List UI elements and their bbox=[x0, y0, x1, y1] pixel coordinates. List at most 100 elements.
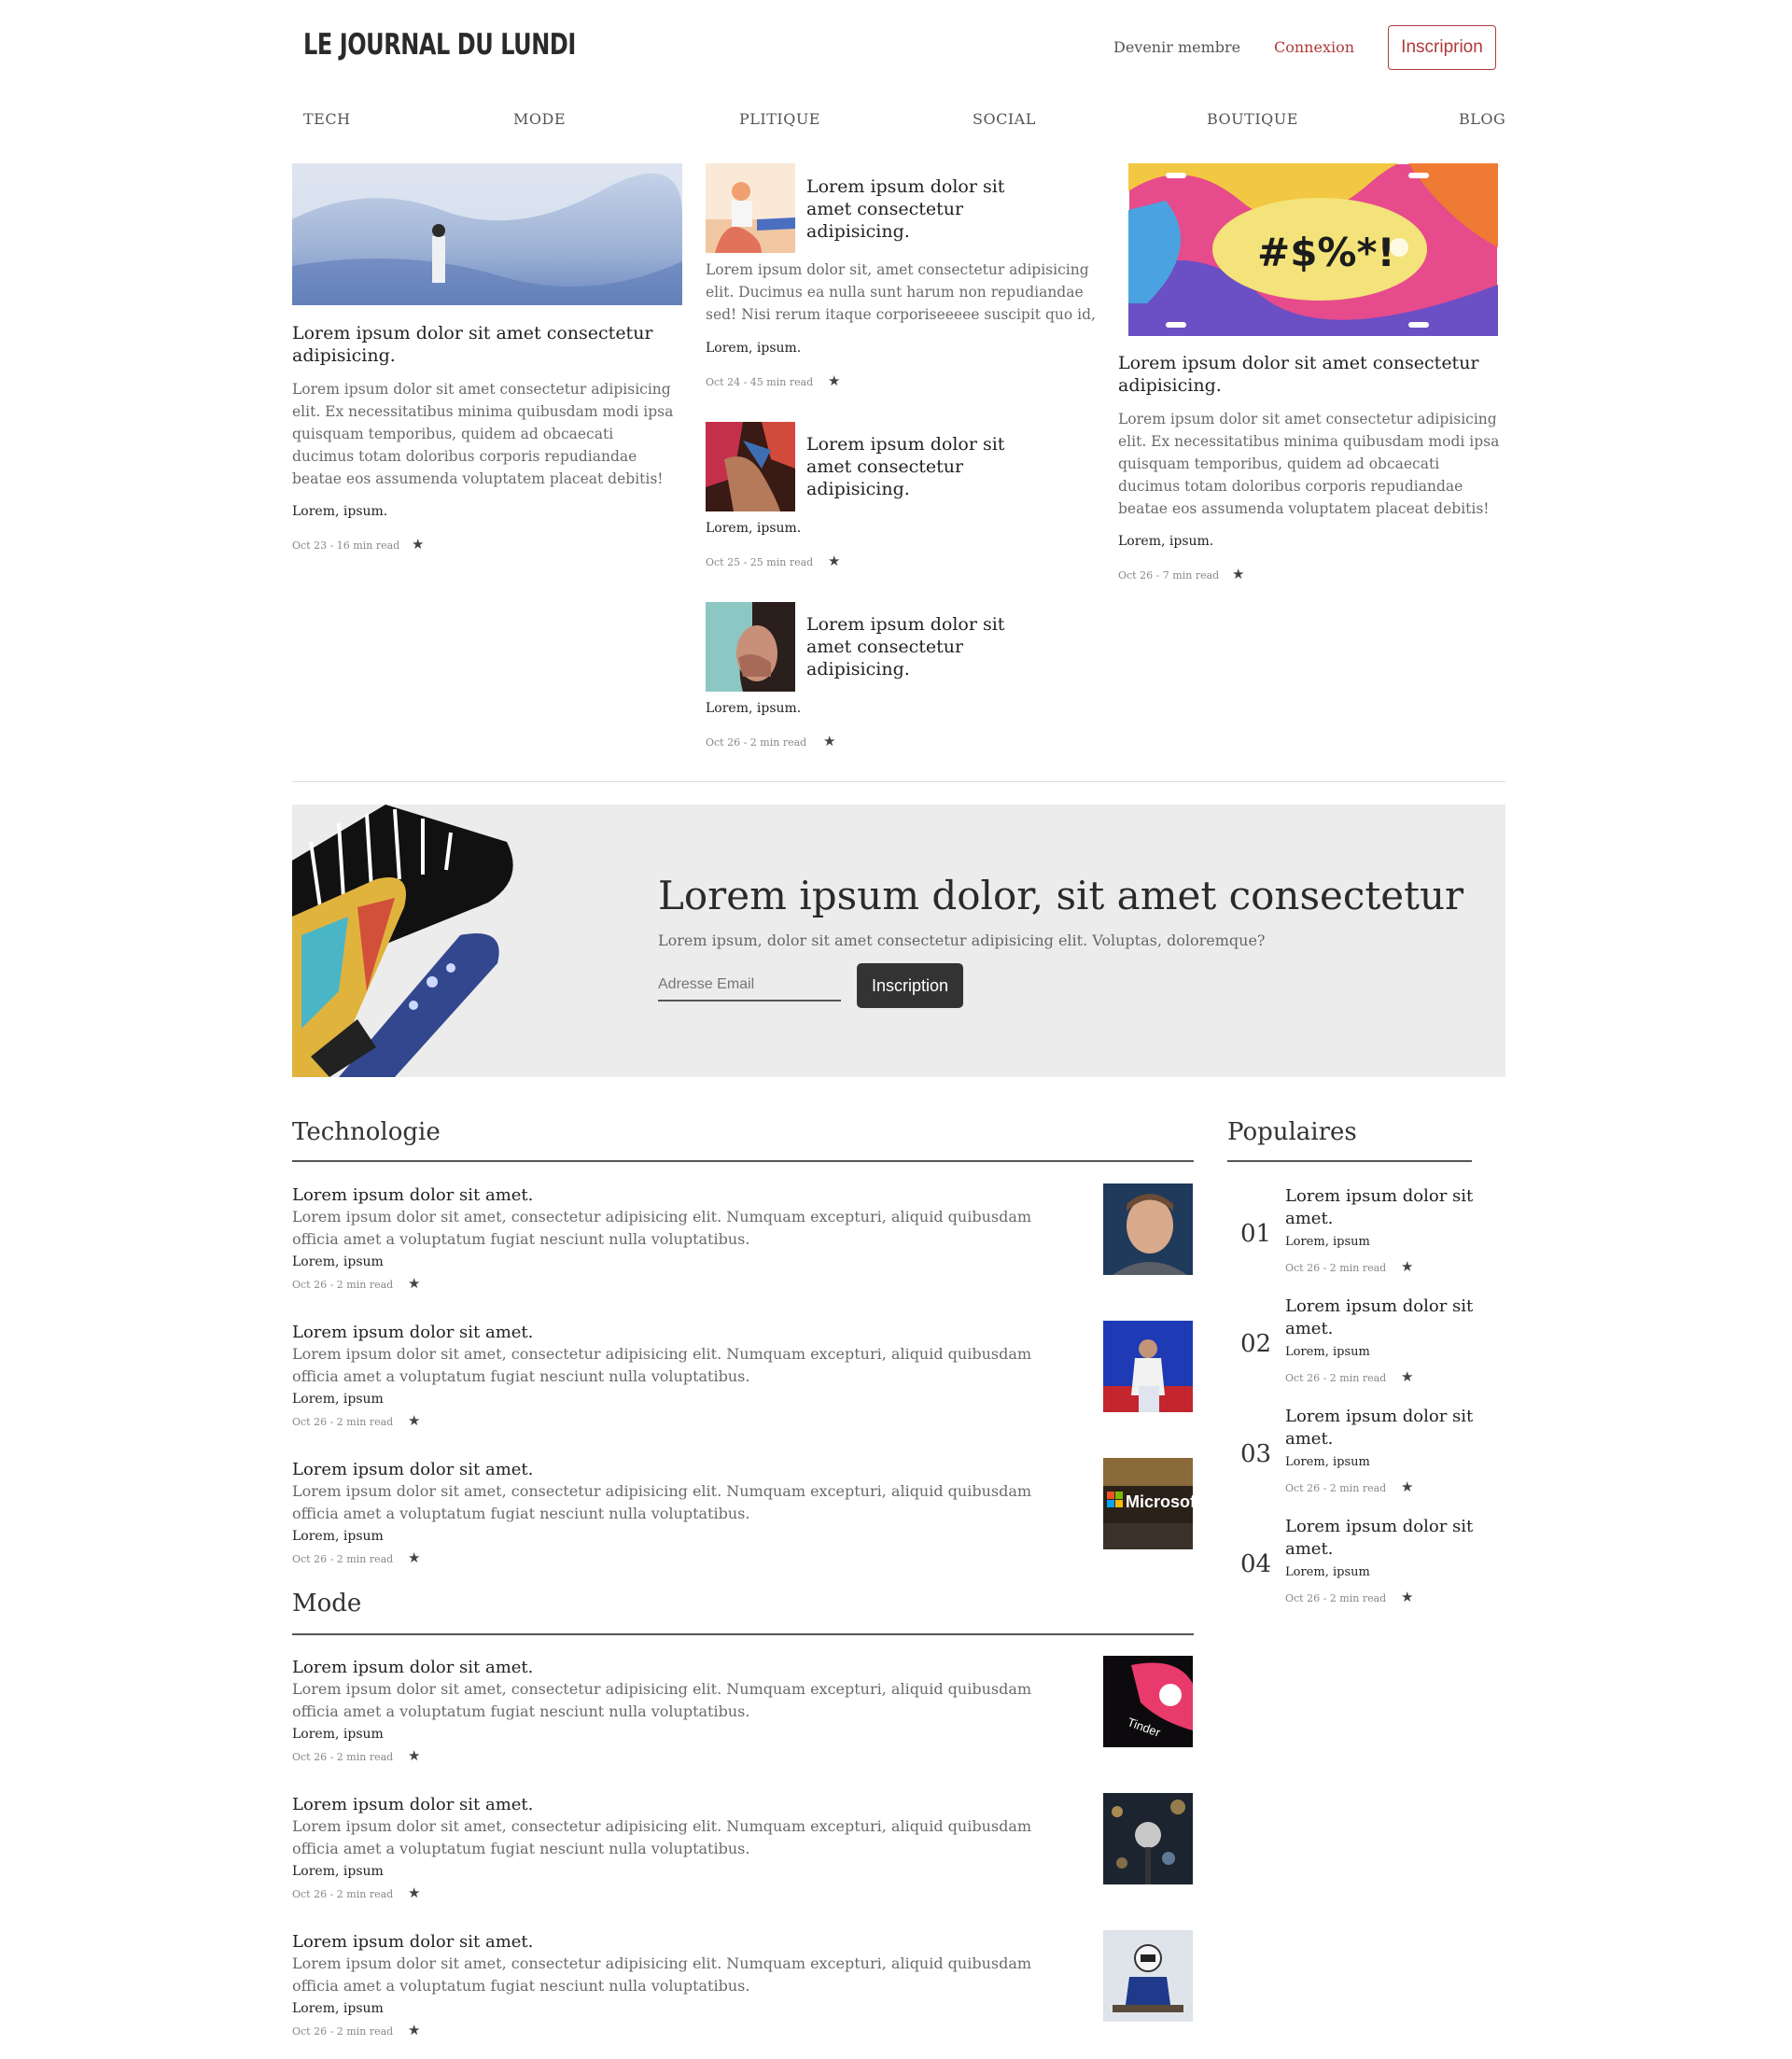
star-icon[interactable]: ★ bbox=[1401, 1368, 1413, 1385]
nav-item-boutique[interactable]: BOUTIQUE bbox=[1207, 110, 1298, 128]
hero-mid-3-title[interactable]: Lorem ipsum dolor sit amet consectetur a… bbox=[806, 613, 1049, 680]
article-text: Lorem ipsum dolor sit amet, consectetur … bbox=[292, 1954, 1032, 1995]
article-meta: Oct 26 - 2 min read bbox=[292, 2025, 394, 2038]
nav-item-politique[interactable]: PLITIQUE bbox=[739, 110, 820, 128]
star-icon[interactable]: ★ bbox=[408, 1549, 420, 1566]
hero-mid-2-image[interactable] bbox=[706, 422, 795, 511]
nav-item-social[interactable]: SOCIAL bbox=[973, 110, 1036, 128]
star-icon[interactable]: ★ bbox=[408, 1884, 420, 1901]
star-icon[interactable]: ★ bbox=[412, 536, 424, 553]
main-nav: TECH MODE PLITIQUE SOCIAL BOUTIQUE BLOG bbox=[303, 110, 1505, 129]
section-title-mode: Mode bbox=[292, 1590, 362, 1618]
hero-mid-1-text: Lorem ipsum dolor sit, amet consectetur … bbox=[706, 261, 1096, 323]
article-meta: Oct 26 - 2 min read bbox=[292, 1553, 394, 1565]
article-title[interactable]: Lorem ipsum dolor sit amet. bbox=[292, 1460, 533, 1479]
popular-rank: 01 bbox=[1240, 1220, 1272, 1248]
hero-mid-3-image[interactable] bbox=[706, 602, 795, 692]
article-title[interactable]: Lorem ipsum dolor sit amet. bbox=[292, 1323, 533, 1342]
hero-right-meta: Oct 26 - 7 min read bbox=[1118, 569, 1220, 581]
article-title[interactable]: Lorem ipsum dolor sit amet. bbox=[292, 1185, 533, 1205]
hero-mid-2-author: Lorem, ipsum. bbox=[706, 521, 802, 536]
article-author: Lorem, ipsum bbox=[292, 2001, 384, 2016]
popular-rank: 04 bbox=[1240, 1550, 1272, 1578]
article-thumbnail[interactable] bbox=[1103, 1184, 1193, 1275]
article-author: Lorem, ipsum bbox=[292, 1392, 384, 1407]
hero-mid-1-author: Lorem, ipsum. bbox=[706, 341, 802, 356]
hero-right-title[interactable]: Lorem ipsum dolor sit amet consectetur a… bbox=[1118, 352, 1491, 397]
plate-text: #$%*! bbox=[1257, 230, 1395, 275]
login-link[interactable]: Connexion bbox=[1274, 38, 1354, 56]
popular-author: Lorem, ipsum bbox=[1285, 1455, 1370, 1469]
popular-meta: Oct 26 - 2 min read bbox=[1285, 1372, 1387, 1384]
star-icon[interactable]: ★ bbox=[828, 372, 840, 389]
star-icon[interactable]: ★ bbox=[1401, 1589, 1413, 1605]
article-text: Lorem ipsum dolor sit amet, consectetur … bbox=[292, 1817, 1032, 1857]
site-logo[interactable]: LE JOURNAL DU LUNDI bbox=[303, 28, 576, 62]
popular-title[interactable]: Lorem ipsum dolor sit amet. bbox=[1285, 1406, 1477, 1450]
section-title-technologie: Technologie bbox=[292, 1118, 441, 1146]
signup-button[interactable]: Inscriprion bbox=[1388, 25, 1496, 70]
popular-title[interactable]: Lorem ipsum dolor sit amet. bbox=[1285, 1296, 1477, 1340]
article-text: Lorem ipsum dolor sit amet, consectetur … bbox=[292, 1208, 1032, 1248]
nav-item-tech[interactable]: TECH bbox=[303, 110, 351, 128]
hero-mid-1-meta: Oct 24 - 45 min read bbox=[706, 376, 814, 388]
article-author: Lorem, ipsum bbox=[292, 1529, 384, 1544]
nav-item-blog[interactable]: BLOG bbox=[1459, 110, 1505, 128]
hero-mid-3-meta: Oct 26 - 2 min read bbox=[706, 736, 807, 749]
star-icon[interactable]: ★ bbox=[1232, 566, 1244, 582]
hero-mid-3-author: Lorem, ipsum. bbox=[706, 701, 802, 716]
popular-title[interactable]: Lorem ipsum dolor sit amet. bbox=[1285, 1516, 1477, 1561]
nav-item-mode[interactable]: MODE bbox=[513, 110, 566, 128]
popular-author: Lorem, ipsum bbox=[1285, 1565, 1370, 1579]
article-thumbnail[interactable] bbox=[1103, 1930, 1193, 2022]
article-text: Lorem ipsum dolor sit amet, consectetur … bbox=[292, 1482, 1032, 1522]
hero-mid-2-title[interactable]: Lorem ipsum dolor sit amet consectetur a… bbox=[806, 433, 1049, 500]
hero-left-title[interactable]: Lorem ipsum dolor sit amet consectetur a… bbox=[292, 322, 665, 367]
article-meta: Oct 26 - 2 min read bbox=[292, 1751, 394, 1763]
hero-left-text: Lorem ipsum dolor sit amet consectetur a… bbox=[292, 381, 674, 487]
star-icon[interactable]: ★ bbox=[408, 1747, 420, 1764]
popular-meta: Oct 26 - 2 min read bbox=[1285, 1592, 1387, 1604]
article-thumbnail[interactable] bbox=[1103, 1793, 1193, 1884]
hero-mid-1-title[interactable]: Lorem ipsum dolor sit amet consectetur a… bbox=[806, 175, 1049, 243]
article-meta: Oct 26 - 2 min read bbox=[292, 1279, 394, 1291]
star-icon[interactable]: ★ bbox=[1401, 1258, 1413, 1275]
article-title[interactable]: Lorem ipsum dolor sit amet. bbox=[292, 1932, 533, 1952]
star-icon[interactable]: ★ bbox=[408, 1412, 420, 1429]
article-thumbnail[interactable]: Tinder bbox=[1103, 1656, 1193, 1747]
article-title[interactable]: Lorem ipsum dolor sit amet. bbox=[292, 1658, 533, 1677]
article-author: Lorem, ipsum bbox=[292, 1864, 384, 1879]
popular-meta: Oct 26 - 2 min read bbox=[1285, 1482, 1387, 1494]
hero-mid-2-meta: Oct 25 - 25 min read bbox=[706, 556, 814, 568]
thumb-text: Microsoft bbox=[1126, 1492, 1193, 1511]
popular-title[interactable]: Lorem ipsum dolor sit amet. bbox=[1285, 1185, 1477, 1230]
article-thumbnail[interactable] bbox=[1103, 1321, 1193, 1412]
hero-left-meta: Oct 23 - 16 min read bbox=[292, 539, 400, 552]
section-rule bbox=[1227, 1160, 1472, 1162]
newsletter-illustration bbox=[292, 805, 513, 1077]
star-icon[interactable]: ★ bbox=[828, 553, 840, 569]
become-member-link[interactable]: Devenir membre bbox=[1113, 38, 1240, 56]
newsletter-signup-button[interactable]: Inscription bbox=[857, 963, 963, 1008]
email-field[interactable] bbox=[658, 962, 841, 1001]
star-icon[interactable]: ★ bbox=[1401, 1478, 1413, 1495]
article-thumbnail[interactable]: Microsoft bbox=[1103, 1458, 1193, 1549]
hero-mid-1-image[interactable] bbox=[706, 163, 795, 253]
article-author: Lorem, ipsum bbox=[292, 1254, 384, 1269]
newsletter-banner: Lorem ipsum dolor, sit amet consectetur … bbox=[292, 805, 1505, 1077]
article-meta: Oct 26 - 2 min read bbox=[292, 1416, 394, 1428]
article-title[interactable]: Lorem ipsum dolor sit amet. bbox=[292, 1795, 533, 1814]
popular-author: Lorem, ipsum bbox=[1285, 1235, 1370, 1249]
divider bbox=[292, 781, 1505, 782]
star-icon[interactable]: ★ bbox=[408, 2022, 420, 2038]
star-icon[interactable]: ★ bbox=[823, 733, 835, 749]
section-rule bbox=[292, 1160, 1194, 1162]
hero-right-image[interactable]: #$%*! bbox=[1128, 163, 1498, 336]
newsletter-subtitle: Lorem ipsum, dolor sit amet consectetur … bbox=[658, 931, 1266, 949]
star-icon[interactable]: ★ bbox=[408, 1275, 420, 1292]
section-rule bbox=[292, 1633, 1194, 1635]
article-meta: Oct 26 - 2 min read bbox=[292, 1888, 394, 1900]
article-author: Lorem, ipsum bbox=[292, 1727, 384, 1742]
hero-left-image[interactable] bbox=[292, 163, 682, 305]
section-title-populaires: Populaires bbox=[1227, 1118, 1357, 1146]
